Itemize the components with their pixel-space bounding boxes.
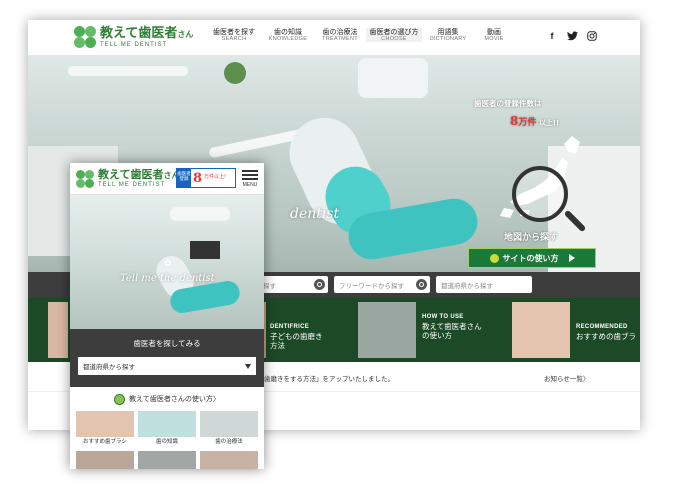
tile-partial[interactable]: [138, 451, 196, 469]
mobile-search-title: 歯医者を探してみる: [133, 339, 201, 348]
mobile-search-panel: 歯医者を探してみる 都道府県から探す: [70, 329, 264, 387]
clover-logo-icon: [74, 26, 96, 48]
monitor-image: [190, 241, 220, 259]
nav-movie[interactable]: 動画 MOVIE: [474, 28, 514, 42]
mobile-hero-tagline: Tell me the dentist: [120, 273, 215, 284]
search-icon[interactable]: [314, 279, 325, 290]
social-links: f: [546, 31, 598, 43]
instagram-icon[interactable]: [586, 31, 598, 43]
search-input-area[interactable]: 探す: [258, 276, 328, 293]
category-image: [358, 302, 416, 358]
twitter-icon[interactable]: [566, 31, 578, 43]
category-howto[interactable]: HOW TO USE 教えて歯医者さん の使い方: [358, 302, 498, 358]
mobile-howto-link[interactable]: 教えて歯医者さんの使い方〉: [70, 389, 264, 409]
hero-tagline: dentist: [290, 206, 340, 222]
tile-image: [200, 411, 258, 437]
site-howto-button[interactable]: サイトの使い方: [468, 248, 596, 268]
promo-line2: 8万件 以上!!: [510, 114, 560, 128]
desktop-header: 教えて歯医者さん TELL ME DENTIST 歯医者を探す SEARCH 歯…: [28, 20, 640, 56]
clover-mark-icon: ✿: [164, 259, 172, 269]
dental-lamp-image: [358, 58, 428, 98]
mobile-logo[interactable]: 教えて歯医者さん TELL ME DENTIST: [76, 169, 179, 188]
category-recommended[interactable]: RECOMMENDED おすすめの歯ブラ: [512, 302, 640, 358]
nav-treatment[interactable]: 歯の治療法 TREATMENT: [314, 28, 366, 42]
tile-toothbrush[interactable]: おすすめ歯ブラシ: [76, 411, 134, 447]
main-nav: 歯医者を探す SEARCH 歯の知識 KNOWLEDGE 歯の治療法 TREAT…: [206, 28, 514, 43]
prefecture-select[interactable]: 都道府県から探す: [436, 276, 532, 293]
arrow-right-icon: [568, 254, 575, 262]
mobile-header: 教えて歯医者さん TELL ME DENTIST 歯医者登録 8 万件以上! M…: [70, 163, 264, 195]
nav-knowledge[interactable]: 歯の知識 KNOWLEDGE: [262, 28, 314, 42]
search-input-freeword[interactable]: フリーワードから探す: [334, 276, 430, 293]
mobile-category-grid: おすすめ歯ブラシ 歯の知識 歯の治療法: [76, 411, 258, 447]
leaf-icon: [114, 393, 126, 405]
mobile-mockup: 教えて歯医者さん TELL ME DENTIST 歯医者登録 8 万件以上! M…: [70, 163, 264, 469]
clover-logo-icon: [76, 169, 94, 188]
tile-treatment[interactable]: 歯の治療法: [200, 411, 258, 447]
category-image: [512, 302, 570, 358]
mobile-prefecture-select[interactable]: 都道府県から探す: [78, 357, 256, 375]
menu-button[interactable]: MENU: [240, 168, 260, 188]
plant-image: [224, 62, 246, 84]
news-list-link[interactable]: お知らせ一覧〉: [544, 373, 589, 383]
news-headline[interactable]: 歯磨きをする方法」をアップいたしました。: [264, 373, 394, 383]
mobile-category-grid-row2: [76, 451, 258, 469]
promo-line1: 歯医者の登録件数は: [474, 99, 542, 108]
magnifier-icon: [512, 166, 568, 222]
registration-badge: 歯医者登録 8 万件以上!: [176, 168, 236, 188]
tile-partial[interactable]: [76, 451, 134, 469]
nav-dictionary[interactable]: 用語集 DICTIONARY: [422, 28, 474, 42]
tile-knowledge[interactable]: 歯の知識: [138, 411, 196, 447]
tile-partial[interactable]: [200, 451, 258, 469]
nav-search[interactable]: 歯医者を探す SEARCH: [206, 28, 262, 42]
hamburger-icon: [240, 170, 260, 180]
chevron-down-icon: [245, 364, 251, 369]
search-by-map-link[interactable]: 地図から探す: [504, 230, 558, 243]
logo-tagline: TELL ME DENTIST: [100, 41, 168, 48]
facebook-icon[interactable]: f: [546, 31, 558, 43]
tile-image: [138, 411, 196, 437]
category-thumb-partial[interactable]: [48, 302, 68, 358]
tile-image: [76, 411, 134, 437]
leaf-icon: [489, 253, 499, 263]
site-logo[interactable]: 教えて歯医者さん TELL ME DENTIST: [74, 26, 193, 48]
mobile-hero: ✿ Tell me the dentist: [70, 195, 264, 329]
nav-choose[interactable]: 歯医者の選び方 CHOOSE: [366, 28, 422, 43]
promo-box: 歯医者の登録件数は 8万件 以上!! 地図から探す サイトの使い方: [464, 96, 624, 276]
search-icon[interactable]: [416, 279, 427, 290]
logo-title: 教えて歯医者さん: [100, 25, 194, 41]
